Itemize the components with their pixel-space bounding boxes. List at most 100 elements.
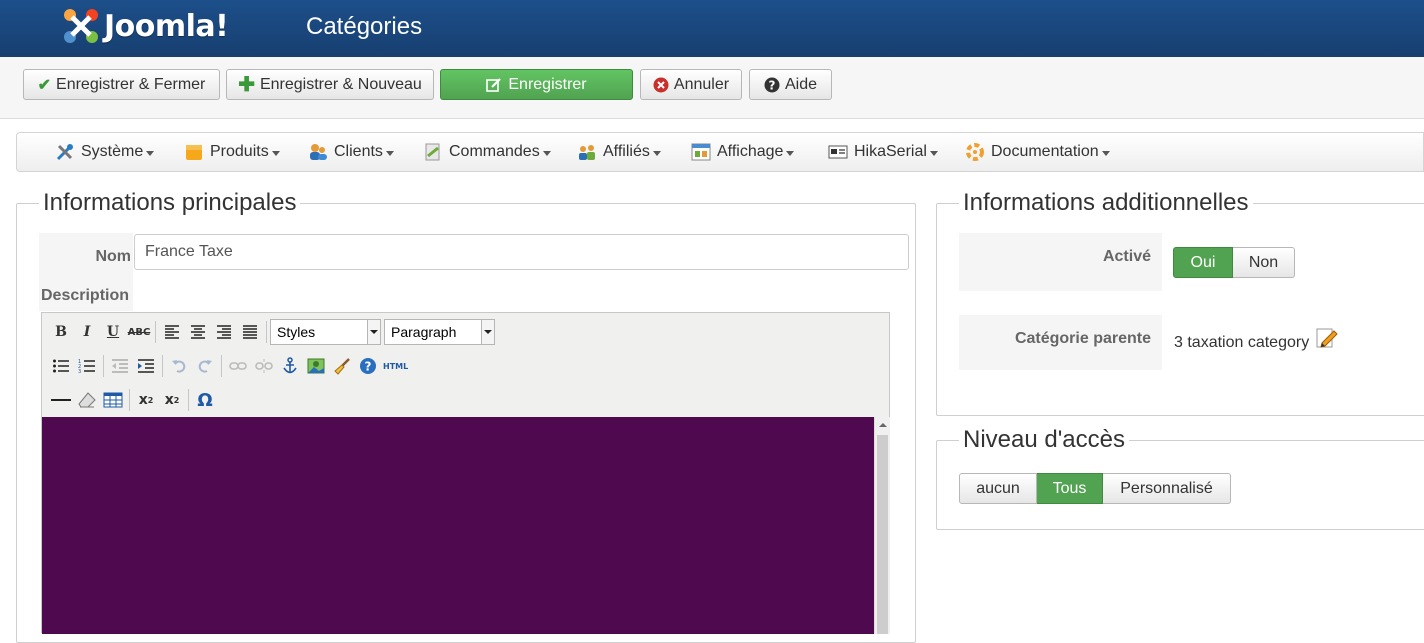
cancel-icon bbox=[653, 77, 669, 92]
tools-icon bbox=[56, 144, 73, 161]
anchor-icon[interactable] bbox=[277, 354, 303, 378]
save-close-button[interactable]: ✔ Enregistrer & Fermer bbox=[23, 69, 220, 100]
cleanup-brush-icon[interactable] bbox=[329, 354, 355, 378]
documentation-icon bbox=[966, 143, 984, 161]
svg-text:HTML: HTML bbox=[383, 362, 408, 371]
svg-text:3: 3 bbox=[78, 369, 81, 374]
access-none-button[interactable]: aucun bbox=[959, 473, 1037, 504]
help-icon[interactable]: ? bbox=[355, 354, 381, 378]
editor-content-area[interactable] bbox=[42, 417, 874, 634]
editor-scrollbar[interactable] bbox=[874, 417, 890, 634]
chevron-down-icon bbox=[652, 150, 661, 156]
chevron-down-icon bbox=[385, 150, 394, 156]
joomla-wordmark: Joomla! bbox=[104, 8, 229, 44]
help-button[interactable]: ? Aide bbox=[749, 69, 832, 100]
menu-display[interactable]: Affichage bbox=[691, 133, 795, 171]
menu-products[interactable]: Produits bbox=[184, 133, 280, 171]
toolbar-separator bbox=[221, 355, 222, 377]
redo-icon[interactable] bbox=[192, 354, 218, 378]
access-level-toggle: aucun Tous Personnalisé bbox=[959, 473, 1231, 504]
access-level-legend: Niveau d'accès bbox=[959, 426, 1129, 454]
joomla-logo-icon bbox=[64, 9, 98, 43]
name-label: Nom bbox=[39, 233, 133, 281]
special-character-icon[interactable]: Ω bbox=[192, 388, 218, 412]
html-source-icon[interactable]: HTML bbox=[381, 354, 411, 378]
edit-icon bbox=[486, 77, 502, 92]
chevron-down-icon bbox=[786, 150, 795, 156]
chevron-down-icon bbox=[1101, 150, 1110, 156]
underline-icon[interactable]: U bbox=[100, 320, 126, 344]
enabled-yes-button[interactable]: Oui bbox=[1173, 247, 1233, 278]
italic-icon[interactable]: I bbox=[74, 320, 100, 344]
scroll-up-icon[interactable] bbox=[875, 417, 890, 433]
scroll-thumb[interactable] bbox=[877, 435, 888, 634]
editor-toolbar-row-1: B I U ABC Styles Paragraph bbox=[48, 318, 498, 346]
format-select[interactable]: Paragraph bbox=[384, 319, 495, 345]
save-new-button[interactable]: ✚ Enregistrer & Nouveau bbox=[226, 69, 434, 100]
toolbar-separator bbox=[129, 389, 130, 411]
menu-system[interactable]: Système bbox=[55, 133, 155, 171]
menu-orders[interactable]: Commandes bbox=[423, 133, 551, 171]
customers-icon bbox=[310, 144, 327, 160]
strikethrough-icon[interactable]: ABC bbox=[126, 320, 152, 344]
cancel-button[interactable]: Annuler bbox=[640, 69, 742, 100]
menu-documentation[interactable]: Documentation bbox=[965, 133, 1110, 171]
main-info-legend: Informations principales bbox=[39, 189, 301, 217]
link-icon[interactable] bbox=[225, 354, 251, 378]
eraser-icon[interactable] bbox=[74, 388, 100, 412]
image-icon[interactable] bbox=[303, 354, 329, 378]
access-all-button[interactable]: Tous bbox=[1037, 473, 1103, 504]
align-justify-icon[interactable] bbox=[237, 320, 263, 344]
chevron-down-icon bbox=[146, 150, 155, 156]
subscript-icon[interactable]: x2 bbox=[133, 388, 159, 412]
affiliates-icon bbox=[579, 145, 595, 160]
name-input[interactable] bbox=[134, 234, 909, 270]
edit-pencil-icon[interactable] bbox=[1316, 327, 1338, 349]
outdent-icon[interactable] bbox=[107, 354, 133, 378]
horizontal-rule-icon[interactable] bbox=[48, 388, 74, 412]
joomla-logo[interactable]: Joomla! bbox=[60, 6, 229, 46]
component-menu-bar: Système Produits Clients Commandes Affil… bbox=[16, 132, 1424, 172]
bullet-list-icon[interactable] bbox=[48, 354, 74, 378]
products-icon bbox=[186, 145, 202, 160]
rich-text-editor: B I U ABC Styles Paragraph 1 2 3 ? HTML … bbox=[41, 312, 890, 634]
display-icon bbox=[691, 143, 711, 161]
enabled-no-button[interactable]: Non bbox=[1233, 247, 1295, 278]
chevron-down-icon bbox=[481, 320, 494, 344]
admin-header: Joomla! Catégories bbox=[0, 0, 1424, 57]
parent-category-label: Catégorie parente bbox=[959, 315, 1162, 370]
unlink-icon[interactable] bbox=[251, 354, 277, 378]
numbered-list-icon[interactable]: 123 bbox=[74, 354, 100, 378]
orders-icon bbox=[425, 143, 440, 161]
menu-hikaserial[interactable]: HikaSerial bbox=[828, 133, 938, 171]
align-left-icon[interactable] bbox=[159, 320, 185, 344]
chevron-down-icon bbox=[271, 150, 280, 156]
menu-affiliates[interactable]: Affiliés bbox=[577, 133, 661, 171]
serial-icon bbox=[828, 145, 848, 159]
additional-info-legend: Informations additionnelles bbox=[959, 189, 1253, 217]
toolbar-separator bbox=[266, 321, 267, 343]
editor-toolbar-row-2: 123 ? HTML bbox=[48, 352, 411, 380]
enabled-label: Activé bbox=[959, 233, 1162, 291]
indent-icon[interactable] bbox=[133, 354, 159, 378]
chevron-down-icon bbox=[367, 320, 380, 344]
save-button[interactable]: Enregistrer bbox=[440, 69, 633, 100]
editor-toolbar-row-3: x2 x2 Ω bbox=[48, 386, 218, 414]
table-icon[interactable] bbox=[100, 388, 126, 412]
enabled-toggle: Oui Non bbox=[1173, 247, 1295, 278]
plus-icon: ✚ bbox=[238, 74, 255, 96]
chevron-down-icon bbox=[929, 150, 938, 156]
align-right-icon[interactable] bbox=[211, 320, 237, 344]
help-icon: ? bbox=[764, 77, 780, 92]
parent-category-value: 3 taxation category bbox=[1174, 334, 1310, 351]
align-center-icon[interactable] bbox=[185, 320, 211, 344]
check-icon: ✔ bbox=[37, 76, 52, 94]
access-custom-button[interactable]: Personnalisé bbox=[1103, 473, 1231, 504]
toolbar-separator bbox=[162, 355, 163, 377]
bold-icon[interactable]: B bbox=[48, 320, 74, 344]
menu-customers[interactable]: Clients bbox=[308, 133, 394, 171]
styles-select[interactable]: Styles bbox=[270, 319, 381, 345]
description-label: Description bbox=[39, 281, 133, 311]
superscript-icon[interactable]: x2 bbox=[159, 388, 185, 412]
undo-icon[interactable] bbox=[166, 354, 192, 378]
